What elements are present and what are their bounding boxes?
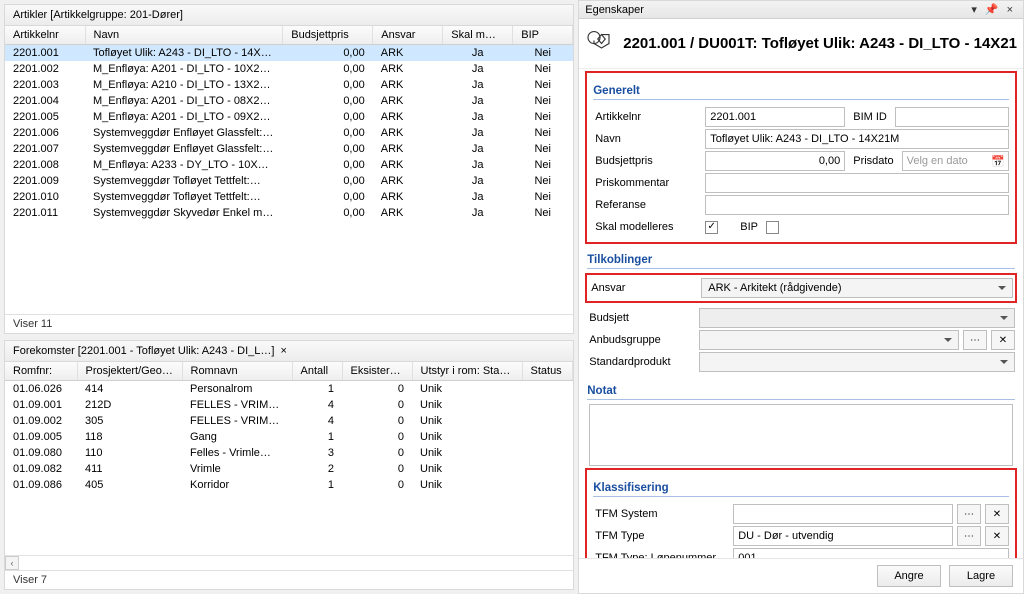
articles-footer: Viser 11: [5, 314, 573, 333]
table-row[interactable]: 01.09.082411Vrimle20Unik: [5, 461, 573, 477]
col-header[interactable]: Navn: [85, 26, 283, 45]
right-header-title: Egenskaper: [585, 4, 644, 16]
more-icon[interactable]: ⋯: [957, 526, 981, 546]
input-prisdato[interactable]: Velg en dato 📅: [902, 151, 1009, 171]
label-bip: BIP: [736, 221, 762, 233]
input-tfmtype[interactable]: [733, 526, 953, 546]
more-icon[interactable]: ⋯: [963, 330, 987, 350]
col-header[interactable]: Artikkelnr: [5, 26, 85, 45]
label-artikkelnr: Artikkelnr: [593, 110, 705, 124]
col-header[interactable]: BIP: [513, 26, 573, 45]
input-tfmsystem[interactable]: [733, 504, 953, 524]
clear-icon[interactable]: ✕: [991, 330, 1015, 350]
table-row[interactable]: 01.09.001212DFELLES - VRIM…40Unik: [5, 397, 573, 413]
input-tfmlopenr[interactable]: [733, 548, 1009, 558]
textarea-notat[interactable]: [589, 404, 1013, 466]
angre-button[interactable]: Angre: [877, 565, 941, 587]
clear-icon[interactable]: ✕: [985, 526, 1009, 546]
table-row[interactable]: 2201.005M_Enfløya: A201 - DI_LTO - 09X21…: [5, 109, 573, 125]
table-row[interactable]: 2201.011Systemveggdør Skyvedør Enkel m…0…: [5, 205, 573, 221]
prisdato-placeholder: Velg en dato: [907, 155, 968, 167]
input-budsjettpris[interactable]: [705, 151, 845, 171]
forekomster-grid[interactable]: Romfnr:Prosjektert/Geo…RomnavnAntallEksi…: [5, 362, 573, 493]
table-row[interactable]: 2201.007Systemveggdør Enfløyet Glassfelt…: [5, 141, 573, 157]
col-header[interactable]: Budsjettpris: [283, 26, 373, 45]
label-skalmodelleres: Skal modelleres: [593, 220, 705, 234]
select-anbudsgruppe[interactable]: [699, 330, 959, 350]
input-priskommentar[interactable]: [705, 173, 1009, 193]
cube-icon: [585, 27, 615, 60]
more-icon[interactable]: ⋯: [957, 504, 981, 524]
label-tfmlopenr: TFM Type: Løpenummer: [593, 551, 733, 558]
articles-grid[interactable]: ArtikkelnrNavnBudsjettprisAnsvarSkal m…B…: [5, 26, 573, 221]
col-header[interactable]: Status: [522, 362, 573, 381]
table-row[interactable]: 2201.010Systemveggdør Tofløyet Tettfelt:…: [5, 189, 573, 205]
checkbox-skalmodelleres[interactable]: ✓: [705, 221, 718, 234]
input-navn[interactable]: [705, 129, 1009, 149]
table-row[interactable]: 2201.006Systemveggdør Enfløyet Glassfelt…: [5, 125, 573, 141]
table-row[interactable]: 2201.003M_Enfløya: A210 - DI_LTO - 13X21…: [5, 77, 573, 93]
select-ansvar[interactable]: ARK - Arkitekt (rådgivende): [701, 278, 1013, 298]
table-row[interactable]: 01.06.026414Personalrom10Unik: [5, 381, 573, 398]
table-row[interactable]: 2201.008M_Enfløya: A233 - DY_LTO - 10X2……: [5, 157, 573, 173]
table-row[interactable]: 2201.001Tofløyet Ulik: A243 - DI_LTO - 1…: [5, 45, 573, 62]
label-priskommentar: Priskommentar: [593, 176, 705, 190]
table-row[interactable]: 01.09.005118Gang10Unik: [5, 429, 573, 445]
scroll-left-icon[interactable]: ‹: [5, 556, 19, 570]
input-referanse[interactable]: [705, 195, 1009, 215]
table-row[interactable]: 2201.002M_Enfløya: A201 - DI_LTO - 10X21…: [5, 61, 573, 77]
table-row[interactable]: 01.09.002305FELLES - VRIM…40Unik: [5, 413, 573, 429]
selected-article-title: 2201.001 / DU001T: Tofløyet Ulik: A243 -…: [623, 35, 1017, 52]
label-bimid: BIM ID: [849, 111, 891, 123]
section-klassifisering: Klassifisering: [593, 478, 1009, 497]
label-navn: Navn: [593, 132, 705, 146]
dropdown-icon[interactable]: ▾: [967, 3, 981, 16]
lagre-button[interactable]: Lagre: [949, 565, 1013, 587]
forekomster-footer: Viser 7: [5, 570, 573, 589]
select-standardprodukt[interactable]: [699, 352, 1015, 372]
col-header[interactable]: Romfnr:: [5, 362, 77, 381]
col-header[interactable]: Ansvar: [373, 26, 443, 45]
label-referanse: Referanse: [593, 198, 705, 212]
label-ansvar: Ansvar: [589, 281, 701, 295]
label-tfmsystem: TFM System: [593, 507, 733, 521]
calendar-icon[interactable]: 📅: [990, 155, 1006, 168]
col-header[interactable]: Eksistere…: [342, 362, 412, 381]
section-notat: Notat: [587, 381, 1015, 400]
table-row[interactable]: 2201.004M_Enfløya: A201 - DI_LTO - 08X21…: [5, 93, 573, 109]
table-row[interactable]: 01.09.080110Felles - Vrimle…30Unik: [5, 445, 573, 461]
col-header[interactable]: Romnavn: [182, 362, 292, 381]
label-anbudsgruppe: Anbudsgruppe: [587, 333, 699, 347]
input-artikkelnr[interactable]: [705, 107, 845, 127]
col-header[interactable]: Skal m…: [443, 26, 513, 45]
label-prisdato: Prisdato: [849, 155, 897, 167]
select-budsjett[interactable]: [699, 308, 1015, 328]
label-budsjettpris: Budsjettpris: [593, 154, 705, 168]
checkbox-bip[interactable]: [766, 221, 779, 234]
section-tilkoblinger: Tilkoblinger: [587, 250, 1015, 269]
close-icon[interactable]: ×: [280, 345, 286, 357]
label-tfmtype: TFM Type: [593, 529, 733, 543]
input-bimid[interactable]: [895, 107, 1009, 127]
panel-title-articles: Artikler [Artikkelgruppe: 201-Dører]: [5, 5, 573, 26]
close-icon[interactable]: ×: [1003, 4, 1017, 16]
col-header[interactable]: Utstyr i rom: Sta…: [412, 362, 522, 381]
col-header[interactable]: Antall: [292, 362, 342, 381]
clear-icon[interactable]: ✕: [985, 504, 1009, 524]
section-generelt: Generelt: [593, 81, 1009, 100]
panel-title-forekomster: Forekomster [2201.001 - Tofløyet Ulik: A…: [13, 345, 274, 357]
pin-icon[interactable]: 📌: [981, 3, 1003, 16]
table-row[interactable]: 01.09.086405Korridor10Unik: [5, 477, 573, 493]
col-header[interactable]: Prosjektert/Geo…: [77, 362, 182, 381]
label-standardprodukt: Standardprodukt: [587, 355, 699, 369]
table-row[interactable]: 2201.009Systemveggdør Tofløyet Tettfelt:…: [5, 173, 573, 189]
label-budsjett-link: Budsjett: [587, 311, 699, 325]
